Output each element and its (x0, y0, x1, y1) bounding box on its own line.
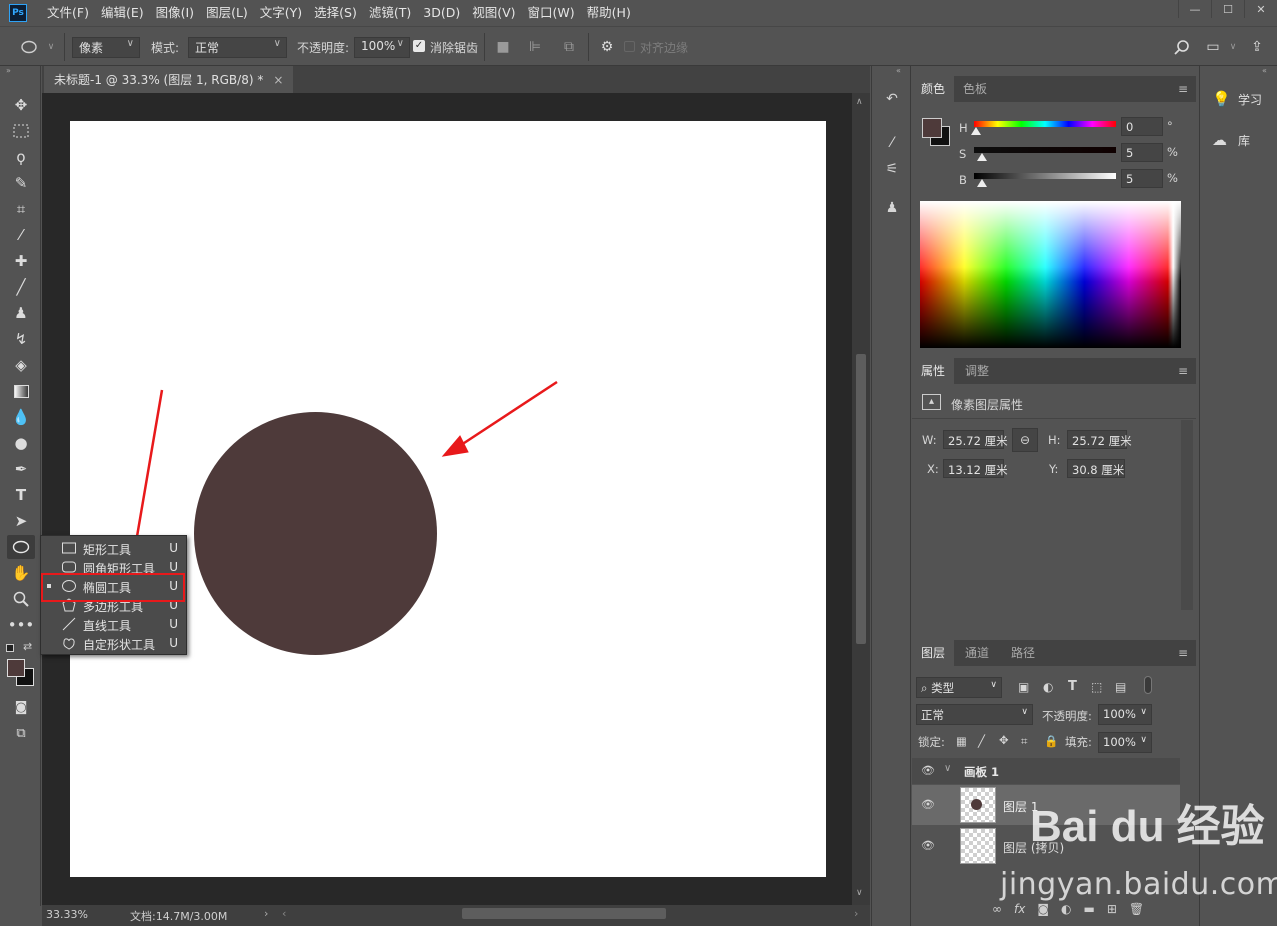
lock-transparent-icon[interactable]: ▦ (956, 734, 967, 748)
fill-input[interactable]: 100% ∨ (1098, 732, 1152, 753)
layers-footer: ∞ fx ◙ ◐ ▬ ⊞ 🗑 (992, 902, 1182, 920)
blend-mode-select[interactable]: 正常 ∨ (916, 704, 1033, 725)
panel-menu-icon[interactable]: ≡ (1178, 646, 1188, 660)
history-icon[interactable]: ↶ (881, 88, 903, 110)
lock-image-icon[interactable]: ╱ (978, 734, 985, 748)
annotation-highlight-box (41, 573, 185, 602)
tab-adjustments[interactable]: 调整 (956, 358, 998, 384)
saturation-slider-handle[interactable] (977, 153, 987, 161)
lightbulb-icon: 💡 (1212, 90, 1231, 108)
baidu-watermark-logo: Bai du 经验 (1030, 802, 1265, 851)
saturation-slider[interactable] (974, 147, 1116, 153)
filter-smart-object-icon[interactable]: ▤ (1115, 680, 1126, 694)
eye-icon[interactable]: 👁 (921, 839, 935, 852)
lock-all-icon[interactable]: 🔒 (1044, 734, 1058, 748)
baidu-watermark-url: jingyan.baidu.com (1000, 867, 1277, 902)
layer-thumbnail (960, 828, 996, 864)
layer-thumbnail (960, 787, 996, 823)
height-label: H: (1048, 433, 1061, 447)
link-layers-icon[interactable]: ∞ (992, 902, 1002, 920)
height-input[interactable]: 25.72 厘米 (1067, 430, 1132, 449)
width-label: W: (922, 433, 937, 447)
hue-input[interactable]: 0 (1121, 117, 1163, 136)
collapse-icon[interactable]: « (1262, 66, 1267, 75)
filter-adjustment-icon[interactable]: ◐ (1043, 680, 1053, 694)
hue-unit: ° (1167, 119, 1173, 133)
brush-settings-icon[interactable]: ⁄ (881, 132, 903, 154)
panel-menu-icon[interactable]: ≡ (1178, 364, 1188, 378)
custom-shape-tool-item[interactable]: 自定形状工具 U (41, 634, 186, 653)
line-tool-item[interactable]: 直线工具 U (41, 615, 186, 634)
layer-opacity-input[interactable]: 100% ∨ (1098, 704, 1152, 725)
mask-icon[interactable]: ◙ (1037, 902, 1049, 920)
clone-source-icon[interactable]: ♟ (881, 197, 903, 219)
artboard-group-row[interactable]: 👁 ∨ 画板 1 (912, 758, 1180, 784)
x-input[interactable]: 13.12 厘米 (943, 459, 1008, 478)
filter-pixel-icon[interactable]: ▣ (1018, 680, 1029, 694)
brightness-input[interactable]: 5 (1121, 169, 1163, 188)
brightness-unit: % (1167, 171, 1178, 185)
search-icon: ⌕ (921, 681, 928, 695)
fill-label: 填充: (1065, 735, 1092, 749)
brightness-slider[interactable] (974, 173, 1116, 179)
color-panel: 颜色 色板 ≡ H 0 ° S 5 % B 5 % (912, 76, 1196, 354)
lock-artboard-icon[interactable]: ⌗ (1021, 734, 1027, 749)
tab-swatches[interactable]: 色板 (954, 76, 996, 102)
lock-position-icon[interactable]: ✥ (999, 733, 1009, 747)
y-label: Y: (1049, 462, 1059, 476)
tab-paths[interactable]: 路径 (1002, 640, 1044, 666)
adjustment-layer-icon[interactable]: ◐ (1061, 902, 1071, 920)
arrow-head-right (441, 435, 469, 457)
brightness-label: B (959, 173, 967, 187)
filter-shape-icon[interactable]: ⬚ (1091, 680, 1102, 694)
adjustments-icon[interactable]: ⚟ (881, 158, 903, 180)
filter-type-icon[interactable]: T (1068, 679, 1077, 694)
layer-filter-select[interactable]: ⌕ 类型 ∨ (916, 677, 1002, 698)
hue-label: H (959, 121, 968, 135)
trash-icon[interactable]: 🗑 (1129, 902, 1144, 920)
hue-slider[interactable] (974, 121, 1116, 127)
artboard-name: 画板 1 (964, 765, 1000, 779)
tab-color[interactable]: 颜色 (912, 76, 955, 102)
x-label: X: (927, 462, 939, 476)
properties-panel: 属性 调整 ≡ ▴ 像素图层属性 W: 25.72 厘米 ⊖ H: 25.72 … (912, 358, 1196, 636)
link-icon[interactable]: ⊖ (1012, 428, 1038, 452)
new-layer-icon[interactable]: ⊞ (1107, 902, 1117, 920)
libraries-button[interactable]: ☁ 库 (1200, 124, 1277, 156)
saturation-unit: % (1167, 145, 1178, 159)
color-spectrum[interactable] (920, 201, 1181, 348)
folder-icon[interactable]: ▬ (1083, 902, 1094, 920)
lock-label: 锁定: (918, 735, 945, 749)
pixel-layer-icon: ▴ (922, 394, 941, 410)
brightness-slider-handle[interactable] (977, 179, 987, 187)
saturation-input[interactable]: 5 (1121, 143, 1163, 162)
creative-cloud-icon: ☁ (1212, 131, 1227, 149)
section-title: 像素图层属性 (951, 398, 1024, 412)
tab-channels[interactable]: 通道 (956, 640, 998, 666)
saturation-label: S (959, 147, 967, 161)
foreground-color-chip[interactable] (922, 118, 942, 138)
panel-icon-strip: « ↶ ⁄ ⚟ ♟ (871, 66, 911, 926)
filter-toggle[interactable] (1144, 676, 1152, 694)
tab-layers[interactable]: 图层 (912, 640, 955, 666)
width-input[interactable]: 25.72 厘米 (943, 430, 1008, 449)
y-input[interactable]: 30.8 厘米 (1067, 459, 1125, 478)
panel-menu-icon[interactable]: ≡ (1178, 82, 1188, 96)
properties-scrollbar[interactable] (1181, 420, 1193, 610)
collapse-icon[interactable]: « (896, 66, 901, 75)
eye-icon[interactable]: 👁 (921, 764, 935, 777)
hue-slider-handle[interactable] (971, 127, 981, 135)
layer-opacity-label: 不透明度: (1042, 709, 1092, 723)
rectangle-tool-item[interactable]: 矩形工具 U (41, 539, 186, 558)
eye-icon[interactable]: 👁 (921, 798, 935, 811)
tab-properties[interactable]: 属性 (912, 358, 955, 384)
fx-icon[interactable]: fx (1014, 902, 1025, 920)
chevron-down-icon[interactable]: ∨ (944, 763, 951, 774)
learn-button[interactable]: 💡 学习 (1200, 83, 1277, 115)
